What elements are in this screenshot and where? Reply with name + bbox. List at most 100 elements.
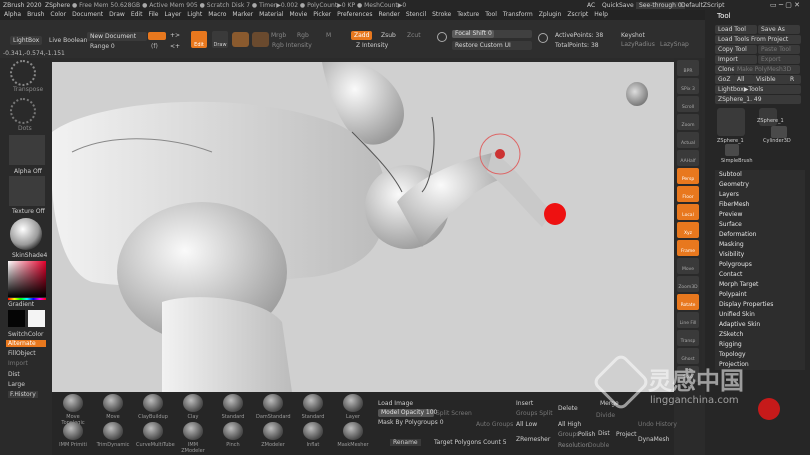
all-button[interactable]: All [734, 75, 754, 84]
menu-preferences[interactable]: Preferences [337, 11, 372, 18]
shelf-xyz-button[interactable]: Xyz [677, 222, 699, 238]
tool-item-adaptive-skin[interactable]: Adaptive Skin [715, 320, 805, 330]
brush-standard[interactable]: Standard [216, 394, 250, 420]
brush-claybuildup[interactable]: ClayBuildup [136, 394, 170, 420]
shelf-spix-3-button[interactable]: SPix 3 [677, 78, 699, 94]
keyshot-button[interactable]: Keyshot [621, 32, 645, 39]
large-button[interactable]: Large [8, 381, 25, 388]
brush-move[interactable]: Move [96, 394, 130, 420]
m-button[interactable]: M [326, 32, 331, 39]
shelf-frame-button[interactable]: Frame [677, 240, 699, 256]
seethrough-slider[interactable]: See-through 0 [636, 2, 685, 9]
all-low-button[interactable]: All Low [516, 421, 537, 428]
shelf-bpr-button[interactable]: BPR [677, 60, 699, 76]
draw-button[interactable]: Draw [212, 31, 228, 48]
focal-circle-icon[interactable] [437, 32, 447, 42]
new-document-button[interactable]: New Document [87, 32, 147, 41]
tool-item-morph-target[interactable]: Morph Target [715, 280, 805, 290]
polish-button[interactable]: Polish [578, 431, 595, 438]
menu-marker[interactable]: Marker [232, 11, 253, 18]
live-boolean-button[interactable]: Live Boolean [49, 37, 87, 44]
shelf-move-button[interactable]: Move [677, 258, 699, 274]
all-high-button[interactable]: All High [558, 421, 581, 428]
tool-item-layers[interactable]: Layers [715, 190, 805, 200]
tool-item-fibermesh[interactable]: FiberMesh [715, 200, 805, 210]
secondary-color-swatch[interactable] [28, 310, 45, 327]
undo-history-button[interactable]: Undo History [638, 421, 677, 428]
quicksave-button[interactable]: QuickSave [602, 2, 634, 9]
brush-zmodeler[interactable]: ZModeler [256, 422, 290, 448]
clone-button[interactable]: Clone [715, 65, 735, 74]
dots-stroke-icon[interactable] [10, 98, 36, 124]
project-button[interactable]: Project [616, 431, 637, 438]
tool-item-preview[interactable]: Preview [715, 210, 805, 220]
color-picker[interactable] [8, 261, 46, 297]
menu-material[interactable]: Material [259, 11, 283, 18]
material-sphere-icon[interactable] [10, 218, 42, 250]
history-button[interactable]: F.History [8, 391, 38, 398]
shelf-scroll-button[interactable]: Scroll [677, 96, 699, 112]
tool-item-polygroups[interactable]: Polygroups [715, 260, 805, 270]
new-doc-dropdown[interactable] [148, 32, 166, 40]
dynamesh-button[interactable]: DynaMesh [638, 436, 669, 443]
simplebrush-thumb-icon[interactable] [725, 144, 739, 156]
brush-clay[interactable]: Clay [176, 394, 210, 420]
hue-strip[interactable] [8, 298, 46, 300]
dist-slider[interactable]: Dist [598, 430, 610, 437]
tool-item-deformation[interactable]: Deformation [715, 230, 805, 240]
brush-layer[interactable]: Layer [336, 394, 370, 420]
mask-by-polygroups-slider[interactable]: Mask By Polygroups 0 [378, 419, 444, 426]
tool-item-surface[interactable]: Surface [715, 220, 805, 230]
restore-custom-ui-button[interactable]: Restore Custom UI [452, 41, 532, 50]
focal-shift-slider[interactable]: Focal Shift 0 [452, 30, 532, 38]
delete-button[interactable]: Delete [558, 405, 578, 412]
minus-icon[interactable]: <+ [170, 43, 180, 50]
main-color-swatch[interactable] [8, 310, 25, 327]
head-gizmo-icon[interactable] [626, 82, 648, 106]
shelf-persp-button[interactable]: Persp [677, 168, 699, 184]
double-button[interactable]: Double [588, 442, 609, 449]
brush-inflat[interactable]: Inflat [296, 422, 330, 448]
menu-picker[interactable]: Picker [313, 11, 331, 18]
menu-draw[interactable]: Draw [109, 11, 125, 18]
rename-button[interactable]: Rename [390, 439, 421, 446]
tool-item-zsketch[interactable]: ZSketch [715, 330, 805, 340]
split-screen-button[interactable]: Split Screen [436, 410, 472, 417]
zsphere-thumb-icon[interactable] [717, 108, 745, 136]
load-tools-from-project-button[interactable]: Load Tools From Project [715, 35, 801, 44]
tool-item-masking[interactable]: Masking [715, 240, 805, 250]
alternate-button[interactable]: Alternate [6, 340, 46, 347]
menu-zscript[interactable]: Zscript [567, 11, 588, 18]
shelf-actual-button[interactable]: Actual [677, 132, 699, 148]
tool-item-rigging[interactable]: Rigging [715, 340, 805, 350]
brush-curvemultitube[interactable]: CurveMultiTube [136, 422, 175, 448]
shelf-line-fill-button[interactable]: Line Fill [677, 312, 699, 328]
make-polymesh-button[interactable]: Make PolyMesh3D [734, 65, 800, 74]
export-tool-button[interactable]: Export [758, 55, 800, 64]
lazy-snap-slider[interactable]: LazySnap [660, 41, 689, 48]
menu-light[interactable]: Light [187, 11, 202, 18]
menu-help[interactable]: Help [594, 11, 608, 18]
import-tool-button[interactable]: Import [715, 55, 757, 64]
brush-standard[interactable]: Standard [296, 394, 330, 420]
import-button[interactable]: Import [8, 360, 28, 367]
model-opacity-slider[interactable]: Model Opacity 100 [378, 409, 437, 417]
menu-macro[interactable]: Macro [208, 11, 226, 18]
menu-texture[interactable]: Texture [457, 11, 479, 18]
brush-imm-primiti[interactable]: IMM Primiti [56, 422, 90, 448]
transpose-icon[interactable] [10, 60, 36, 86]
r-button[interactable]: R [787, 75, 801, 84]
lazy-radius-slider[interactable]: LazyRadius [621, 41, 655, 48]
gear-icon[interactable]: (f) [151, 43, 158, 50]
mrgb-button[interactable]: Mrgb [271, 32, 286, 39]
menu-edit[interactable]: Edit [131, 11, 143, 18]
tool-item-display-properties[interactable]: Display Properties [715, 300, 805, 310]
rgb-intensity-slider[interactable]: Rgb Intensity [272, 42, 312, 49]
load-tool-button[interactable]: Load Tool [715, 25, 757, 34]
tool-item-visibility[interactable]: Visibility [715, 250, 805, 260]
brush-maskmesher[interactable]: MaskMesher [336, 422, 370, 448]
copy-tool-button[interactable]: Copy Tool [715, 45, 757, 54]
shelf-floor-button[interactable]: Floor [677, 186, 699, 202]
groups-split-button[interactable]: Groups Split [516, 410, 553, 417]
goz-button[interactable]: GoZ [715, 75, 735, 84]
